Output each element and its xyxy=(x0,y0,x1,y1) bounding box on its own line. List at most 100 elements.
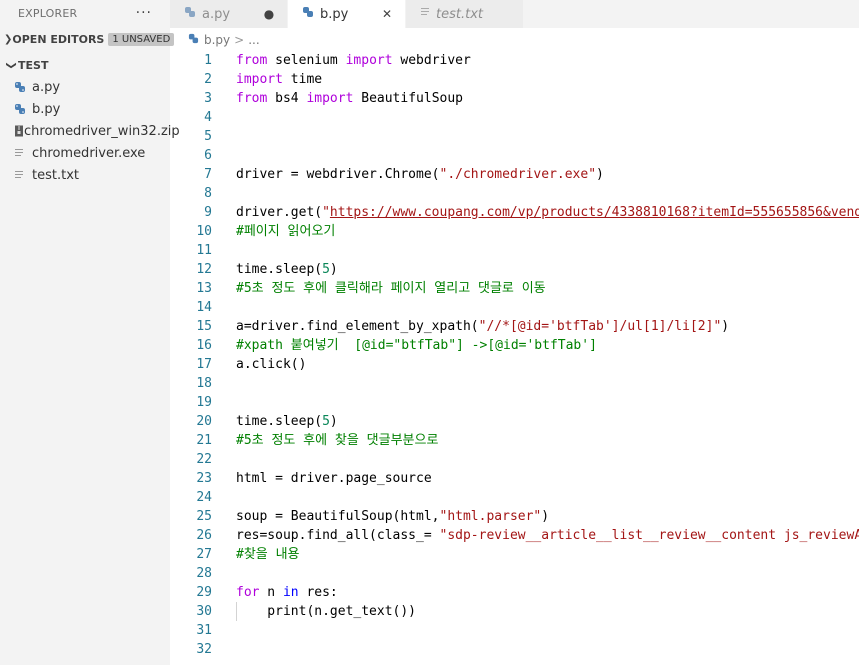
code-line[interactable]: 10 #페이지 읽어오기 xyxy=(170,222,859,241)
close-icon[interactable]: ✕ xyxy=(379,7,395,21)
file-lines-icon xyxy=(420,6,430,22)
code-line[interactable]: 16 #xpath 붙여넣기 [@id="btfTab"] ->[@id='btf… xyxy=(170,336,859,355)
explorer-title: EXPLORER xyxy=(18,6,78,20)
code-line[interactable]: 25 soup = BeautifulSoup(html,"html.parser… xyxy=(170,507,859,526)
tab-test-txt[interactable]: test.txt xyxy=(406,0,524,28)
code-line[interactable]: 23 html = driver.page_source xyxy=(170,469,859,488)
code-text: import time xyxy=(236,70,322,89)
code-token: a=driver.find_element_by_xpath( xyxy=(236,319,479,334)
code-text: time.sleep(5) xyxy=(236,260,338,279)
code-line[interactable]: 14 xyxy=(170,298,859,317)
code-line[interactable]: 26 res=soup.find_all(class_= "sdp-review_… xyxy=(170,526,859,545)
unsaved-dot-icon[interactable]: ● xyxy=(261,7,277,21)
code-token: a.click() xyxy=(236,357,307,372)
code-editor[interactable]: 1 from selenium import webdriver 2 import t… xyxy=(170,50,859,665)
file-list: a.py b.py chromedriver_win32.zip chromed… xyxy=(0,76,180,186)
code-line[interactable]: 17 a.click() xyxy=(170,355,859,374)
breadcrumb-rest[interactable]: ... xyxy=(248,33,259,47)
line-number: 15 xyxy=(196,319,212,334)
code-token: #5초 정도 후에 찾을 댓글부분으로 xyxy=(236,433,439,448)
more-actions-icon[interactable]: ··· xyxy=(136,5,152,21)
file-lines-icon xyxy=(14,147,32,159)
code-line[interactable]: 11 xyxy=(170,241,859,260)
code-line[interactable]: 3 from bs4 import BeautifulSoup xyxy=(170,89,859,108)
code-line[interactable]: 20 time.sleep(5) xyxy=(170,412,859,431)
file-item-test-txt[interactable]: test.txt xyxy=(0,164,170,186)
code-token: from xyxy=(236,91,268,106)
code-line[interactable]: 7 driver = webdriver.Chrome("./chromedriv… xyxy=(170,165,859,184)
code-token: " xyxy=(322,205,330,220)
tab-b-py[interactable]: b.py ✕ xyxy=(288,0,406,28)
line-number: 11 xyxy=(196,243,212,258)
code-line[interactable]: 1 from selenium import webdriver xyxy=(170,51,859,70)
code-text: #페이지 읽어오기 xyxy=(236,222,335,241)
tab-label: b.py xyxy=(320,6,349,22)
code-text: html = driver.page_source xyxy=(236,469,432,488)
line-number: 25 xyxy=(196,509,212,524)
line-number: 14 xyxy=(196,300,212,315)
code-line[interactable]: 30 print(n.get_text()) xyxy=(170,602,859,621)
code-line[interactable]: 27 #찾을 내용 xyxy=(170,545,859,564)
line-number: 17 xyxy=(196,357,212,372)
folder-test-section[interactable]: ❯ TEST xyxy=(0,54,170,76)
code-line[interactable]: 18 xyxy=(170,374,859,393)
line-number: 21 xyxy=(196,433,212,448)
code-line[interactable]: 22 xyxy=(170,450,859,469)
tab-a-py[interactable]: a.py ● xyxy=(170,0,288,28)
code-line[interactable]: 15 a=driver.find_element_by_xpath("//*[@i… xyxy=(170,317,859,336)
code-text: #xpath 붙여넣기 [@id="btfTab"] ->[@id='btfTa… xyxy=(236,336,597,355)
code-line[interactable]: 13 #5초 정도 후에 클릭해라 페이지 열리고 댓글로 이동 xyxy=(170,279,859,298)
code-text: #5초 정도 후에 클릭해라 페이지 열리고 댓글로 이동 xyxy=(236,279,546,298)
code-line[interactable]: 19 xyxy=(170,393,859,412)
chevron-down-icon: ❯ xyxy=(5,60,17,70)
code-token: #찾을 내용 xyxy=(236,547,300,562)
code-line[interactable]: 8 xyxy=(170,184,859,203)
editor-tab-bar: a.py ● b.py ✕ test.txt xyxy=(170,0,859,28)
line-number: 13 xyxy=(196,281,212,296)
line-number: 12 xyxy=(196,262,212,277)
line-number: 1 xyxy=(204,53,212,68)
python-icon xyxy=(14,81,32,93)
code-line[interactable]: 24 xyxy=(170,488,859,507)
code-line[interactable]: 29 for n in res: xyxy=(170,583,859,602)
code-line[interactable]: 28 xyxy=(170,564,859,583)
breadcrumb-file[interactable]: b.py xyxy=(204,33,230,47)
file-item-a-py[interactable]: a.py xyxy=(0,76,170,98)
code-line[interactable]: 2 import time xyxy=(170,70,859,89)
code-line[interactable]: 4 xyxy=(170,108,859,127)
code-line[interactable]: 9 driver.get("https://www.coupang.com/vp/… xyxy=(170,203,859,222)
chevron-right-icon: ❯ xyxy=(4,33,13,45)
line-number: 22 xyxy=(196,452,212,467)
code-text: for n in res: xyxy=(236,583,338,602)
code-line[interactable]: 32 xyxy=(170,640,859,659)
zip-icon xyxy=(14,125,24,137)
code-token: https://www.coupang.com/vp/products/4338… xyxy=(329,205,859,220)
file-lines-icon xyxy=(14,169,32,181)
code-token: driver = webdriver.Chrome( xyxy=(236,167,440,182)
open-editors-section[interactable]: ❯ OPEN EDITORS 1 UNSAVED xyxy=(0,26,175,52)
file-label: chromedriver_win32.zip xyxy=(24,123,180,139)
explorer-sidebar: EXPLORER ··· ❯ OPEN EDITORS 1 UNSAVED ❯ … xyxy=(0,0,180,665)
code-token: #5초 정도 후에 클릭해라 페이지 열리고 댓글로 이동 xyxy=(236,281,546,296)
code-text: soup = BeautifulSoup(html,"html.parser") xyxy=(236,507,549,526)
code-token: driver.get( xyxy=(236,205,323,220)
code-line[interactable]: 31 xyxy=(170,621,859,640)
file-item-chromedriver-exe[interactable]: chromedriver.exe xyxy=(0,142,170,164)
code-text: driver = webdriver.Chrome("./chromedrive… xyxy=(236,165,604,184)
code-token: time.sleep( xyxy=(236,262,323,277)
breadcrumb: b.py > ... xyxy=(188,30,260,50)
line-number: 19 xyxy=(196,395,212,410)
file-item-chromedriver-zip[interactable]: chromedriver_win32.zip xyxy=(0,120,180,142)
code-token: import xyxy=(236,72,283,87)
line-number: 31 xyxy=(196,623,212,638)
code-token: "//*[@id='btfTab']/ul[1]/li[2]" xyxy=(478,319,722,334)
file-item-b-py[interactable]: b.py xyxy=(0,98,170,120)
code-token: print(n.get_text()) xyxy=(236,604,417,619)
code-line[interactable]: 21 #5초 정도 후에 찾을 댓글부분으로 xyxy=(170,431,859,450)
code-line[interactable]: 12 time.sleep(5) xyxy=(170,260,859,279)
line-number: 3 xyxy=(204,91,212,106)
code-line[interactable]: 5 xyxy=(170,127,859,146)
code-token: ) xyxy=(596,167,604,182)
line-number: 5 xyxy=(204,129,212,144)
code-line[interactable]: 6 xyxy=(170,146,859,165)
